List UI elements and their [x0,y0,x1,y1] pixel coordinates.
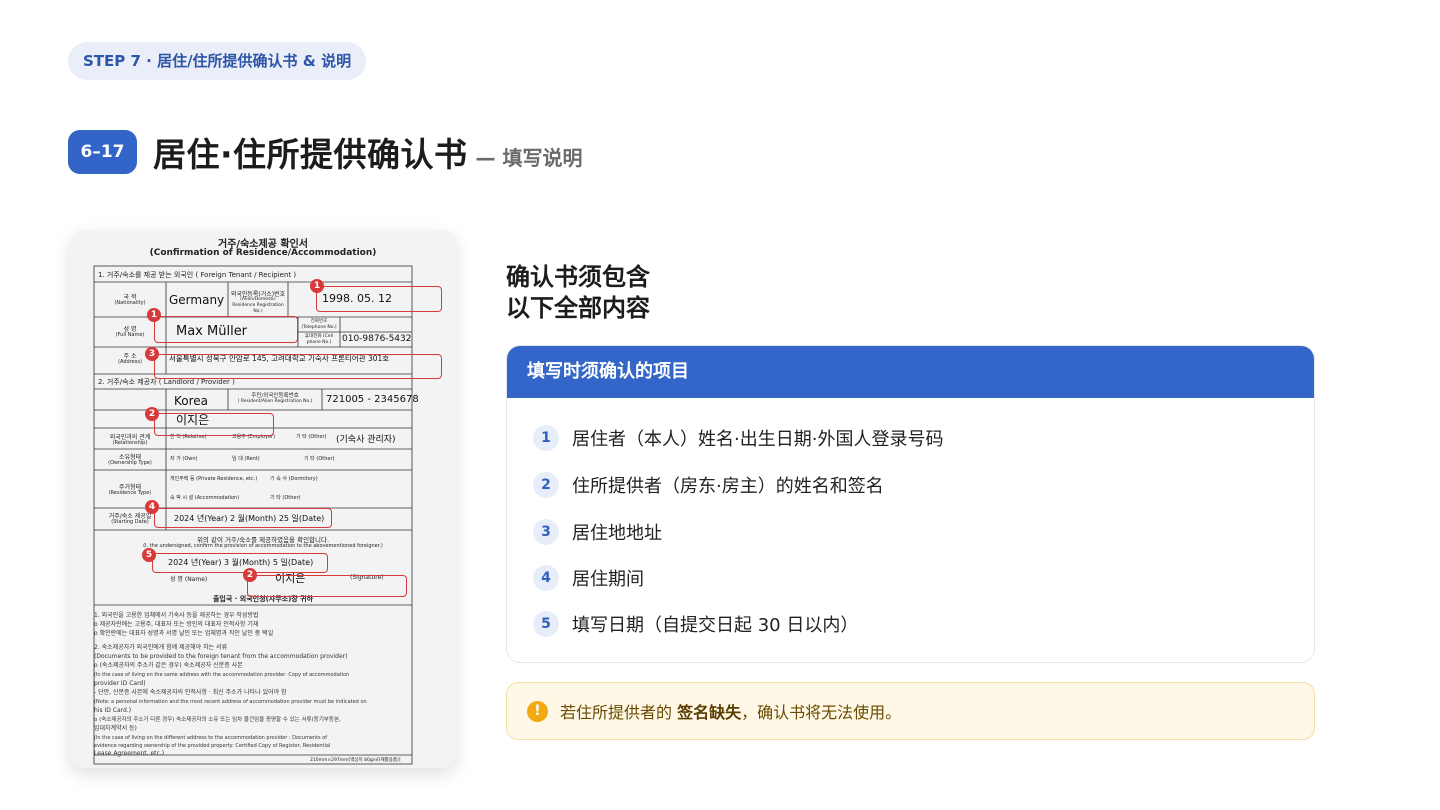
doc-residence-option: 개인주택 등 (Private Residence, etc.) [170,476,258,482]
marker-2: 2 [243,568,257,582]
doc-note-line: o 제공자란에는 고용주, 대표자 또는 방인의 대표자 인적사항 기재 [94,621,259,628]
doc-tel-label: 전화번호 (Telephone No.) [301,319,337,330]
doc-relationship-label-en: (Relationship) [112,440,148,446]
doc-ownership-option: 자 가 (Own) [170,456,198,462]
checklist-item: 1 居住者（本人）姓名·出生日期·外国人登录号码 [533,425,943,451]
checklist-item: 2 住所提供者（房东·房主）的姓名和签名 [533,472,884,498]
doc-name-label-en: (Full Name) [115,332,145,338]
warning-text-after: ，确认书将无法使用。 [741,703,902,722]
doc-note-line: Lease Agreement, etc.) [94,750,165,757]
doc-note-line: provider ID Card) [94,680,146,687]
highlight-birthdate [316,286,442,312]
checklist-text: 居住者（本人）姓名·出生日期·外国人登录号码 [572,429,944,450]
doc-residence-option: 기 타 (Other) [270,495,301,501]
doc-note-line: o 확인란에는 대표자 성명과 서명 날인 또는 업체명과 직인 날인 중 택일 [94,630,274,637]
doc-residence-option: 숙 박 시 설 (Accommodation) [170,495,240,501]
checklist-number: 3 [533,519,559,545]
checklist-text: 居住期间 [572,569,644,590]
doc-start-label-en: (Starting Date) [111,519,149,525]
doc-relationship-option: 기 타 (Other) [296,434,327,440]
warning-text: 若住所提供者的 签名缺失，确认书将无法使用。 [560,699,901,723]
marker-5: 5 [142,548,156,562]
marker-3: 3 [145,347,159,361]
doc-note-line: 임대차계약서 등) [94,725,137,732]
checklist-number: 4 [533,565,559,591]
highlight-sign-date [152,553,328,573]
doc-provider-reg-label-en: ( Resident/Alien Registration No.) [237,399,313,404]
doc-nationality-label-en: (Nationality) [114,300,146,306]
checklist-text: 居住地地址 [572,523,662,544]
page-title-row: 6–17 居住·住所提供确认书 — 填写说明 [68,128,583,176]
doc-note-line: evidence regarding ownership of the prov… [94,743,331,749]
doc-note-line: (Note: a personal information and the mo… [94,699,367,705]
document-form: 거주/숙소제공 확인서 (Confirmation of Residence/A… [70,230,456,768]
checklist-number: 5 [533,611,559,637]
requirements-heading-line: 确认书须包含 [506,263,650,291]
doc-residence-option: 기 숙 사 (Dormitory) [270,476,318,482]
highlight-address [154,354,442,379]
checklist-number: 2 [533,472,559,498]
doc-paper-spec: 210mm×297mm[백상지 80g/㎡(재활용품)] [310,758,401,763]
marker-2: 2 [145,407,159,421]
checklist-item: 3 居住地地址 [533,519,662,545]
doc-cell-label: 휴대전화 (Cell phone No.) [304,334,334,345]
doc-relationship-other: (기숙사 관리자) [336,435,396,445]
doc-provider-reg-value: 721005 - 2345678 [326,394,419,405]
highlight-start-date [154,508,332,528]
doc-reg-label-en: (Alien/Domestic Residence Registration N… [232,297,284,314]
warning-text-bold: 签名缺失 [677,703,742,722]
checklist-item: 5 填写日期（自提交日起 30 日以内） [533,611,858,637]
doc-ownership-label-en: (Ownership Type) [108,460,152,466]
doc-ownership-option: 임 대 (Rent) [232,456,260,462]
page-number-badge: 6–17 [68,130,137,174]
checklist-card-title: 填写时须确认的项目 [507,346,1314,398]
doc-note-line: (In the case of living on the same addre… [94,672,350,678]
warning-text-before: 若住所提供者的 [560,703,673,722]
doc-provider-nationality: Korea [174,394,209,408]
highlight-provider-name [154,413,274,436]
doc-note-line: 2. 숙소제공자가 외국인에게 함께 제공해야 하는 서류 [94,644,228,651]
marker-4: 4 [145,500,159,514]
doc-confirm-en: (I, the undersigned, confirm the provisi… [143,543,383,549]
doc-residence-type-label-en: (Residence Type) [108,490,152,496]
doc-note-line: 1. 외국인을 고용한 업체에서 기숙사 등을 제공하는 경우 작성방법 [94,612,259,619]
doc-section1: 1. 거주/숙소를 제공 받는 외국인 ( Foreign Tenant / R… [98,271,297,279]
requirements-heading: 确认书须包含 以下全部内容 [506,262,650,324]
doc-cell-value: 010-9876-5432 [342,334,412,344]
doc-note-line: his ID Card.) [94,707,132,714]
doc-note-line: o (숙소제공자의 주소가 다른 경우) 숙소제공자의 소유 또는 임차 물건임… [94,717,341,723]
checklist-number: 1 [533,425,559,451]
step-label: STEP 7 · 居住/住所提供确认书 & 说明 [68,42,367,80]
checklist-card: 填写时须确认的项目 1 居住者（本人）姓名·出生日期·外国人登录号码 2 住所提… [506,345,1315,663]
exclamation-icon: ! [527,700,548,722]
checklist-text: 填写日期（自提交日起 30 日以内） [572,615,859,636]
marker-1: 1 [310,279,324,293]
checklist-item: 4 居住期间 [533,565,644,591]
doc-ownership-option: 기 타 (Other) [304,456,335,462]
marker-1: 1 [147,308,161,322]
checklist-text: 住所提供者（房东·房主）的姓名和签名 [572,476,884,497]
doc-title-en: (Confirmation of Residence/Accommodation… [149,248,377,258]
doc-note-line: (Documents to be provided to the foreign… [94,653,348,660]
highlight-signature [247,575,407,597]
doc-note-line: (In the case of living on the different … [94,735,328,741]
signature-warning: ! 若住所提供者的 签名缺失，确认书将无法使用。 [506,682,1315,740]
doc-note-line: o (숙소제공자의 주소가 같은 경우) 숙소제공자 신분증 사본 [94,662,243,669]
doc-sign-name-label: 성 명 (Name) [170,576,208,583]
doc-nationality-value: Germany [169,293,225,307]
highlight-name [154,316,298,343]
page-title: 居住·住所提供确认书 [153,135,468,174]
doc-provider-reg-label: 주민/외국인등록번호 [251,393,299,399]
requirements-heading-line: 以下全部内容 [506,294,650,322]
page-subtitle: — 填写说明 [475,145,583,170]
doc-note-line: - 단만, 신분증 사본에 숙소제공자의 인적사항 · 최신 주소가 나타나 있… [94,689,287,696]
confirmation-document-image: 거주/숙소제공 확인서 (Confirmation of Residence/A… [70,230,456,768]
